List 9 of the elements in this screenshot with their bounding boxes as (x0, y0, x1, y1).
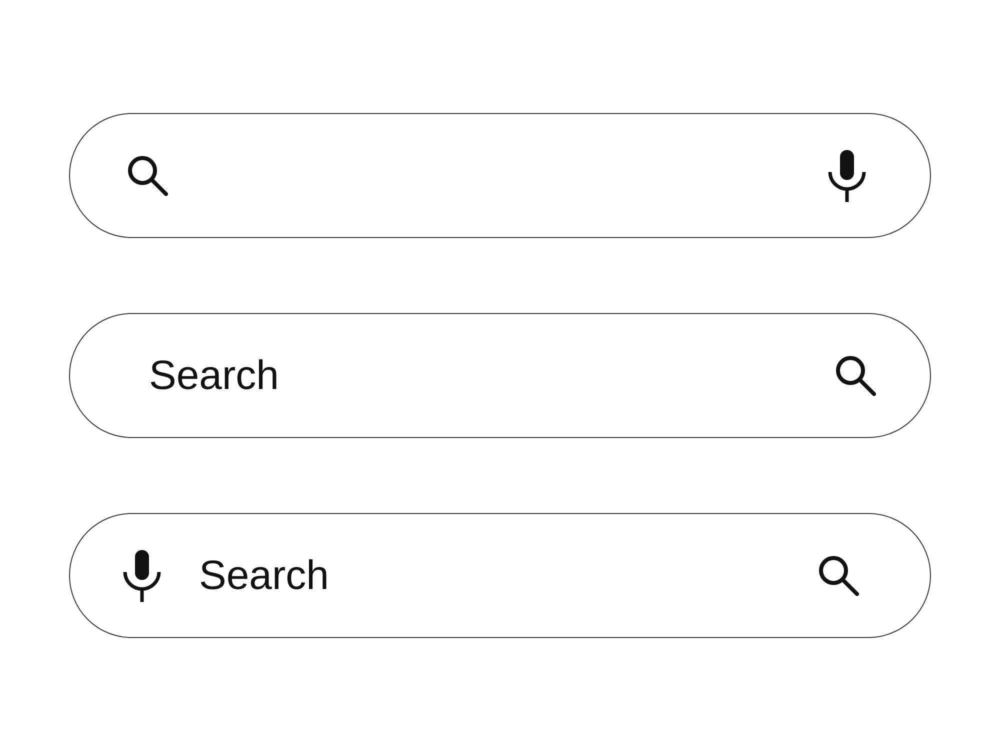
microphone-icon[interactable] (828, 150, 866, 202)
search-input[interactable]: Search (149, 348, 812, 404)
search-icon[interactable] (819, 556, 859, 596)
search-field[interactable]: Search (69, 513, 931, 638)
search-input[interactable]: Search (199, 548, 795, 604)
search-icon[interactable] (836, 356, 876, 396)
microphone-icon[interactable] (123, 550, 161, 602)
search-field[interactable]: Search (69, 313, 931, 438)
search-icon[interactable] (128, 156, 168, 196)
